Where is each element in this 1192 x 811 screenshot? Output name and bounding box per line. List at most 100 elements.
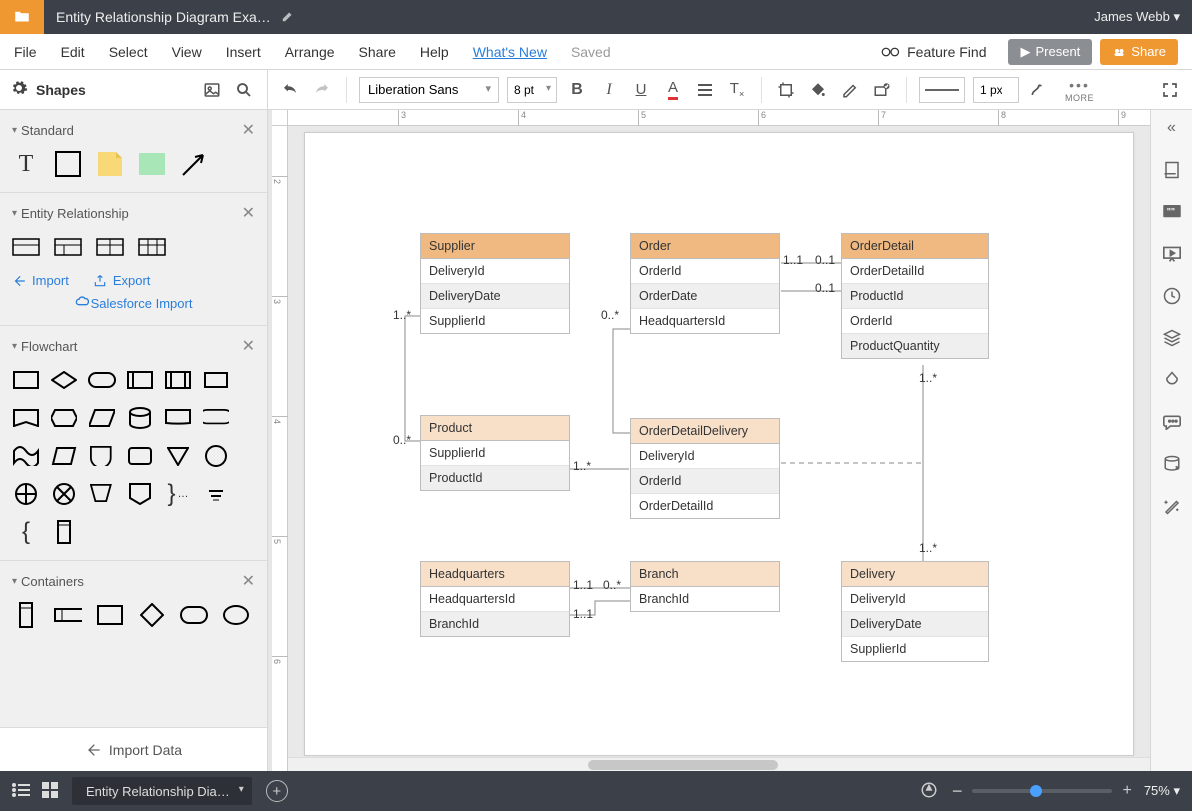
close-icon[interactable]: ✕	[242, 336, 255, 356]
present-button[interactable]: ▶Present	[1008, 39, 1092, 65]
fullscreen-icon[interactable]	[1158, 78, 1182, 102]
fc-shape[interactable]	[50, 442, 78, 470]
zoom-slider[interactable]	[972, 789, 1112, 793]
search-shapes-icon[interactable]	[231, 77, 257, 103]
menu-file[interactable]: File	[14, 44, 37, 60]
er-grid-shape[interactable]	[96, 233, 124, 261]
menu-arrange[interactable]: Arrange	[285, 44, 335, 60]
er-import-link[interactable]: Import	[12, 273, 69, 288]
sync-status-icon[interactable]	[920, 781, 938, 802]
import-data-button[interactable]: Import Data	[0, 727, 267, 771]
entity-delivery[interactable]: Delivery DeliveryId DeliveryDate Supplie…	[841, 561, 989, 662]
folder-icon[interactable]	[0, 0, 44, 34]
arrow-shape[interactable]	[180, 150, 208, 178]
add-page-button[interactable]: +	[266, 780, 288, 802]
fc-shape[interactable]	[50, 404, 78, 432]
fc-shape[interactable]	[164, 404, 192, 432]
text-format-icon[interactable]: T×	[725, 78, 749, 102]
theme-icon[interactable]	[1162, 370, 1182, 390]
line-color-icon[interactable]	[838, 78, 862, 102]
fc-shape[interactable]	[202, 366, 230, 394]
collapse-right-icon[interactable]: «	[1162, 118, 1182, 138]
fc-shape[interactable]	[126, 366, 154, 394]
er-table-shape[interactable]	[54, 233, 82, 261]
shape-crop-icon[interactable]	[774, 78, 798, 102]
fc-shape[interactable]	[202, 442, 230, 470]
close-icon[interactable]: ✕	[242, 120, 255, 140]
entity-headquarters[interactable]: Headquarters HeadquartersId BranchId	[420, 561, 570, 637]
horizontal-scrollbar[interactable]	[288, 757, 1150, 771]
ct-shape[interactable]	[180, 601, 208, 629]
entity-branch[interactable]: Branch BranchId	[630, 561, 780, 612]
fc-shape[interactable]	[126, 404, 154, 432]
line-style-select[interactable]	[919, 77, 965, 103]
zoom-out-button[interactable]: −	[952, 781, 963, 802]
canvas[interactable]: 3 4 5 6 7 8 9 2 3 4 5 6	[272, 110, 1150, 771]
er-entity-shape[interactable]	[12, 233, 40, 261]
bold-icon[interactable]: B	[565, 78, 589, 102]
data-icon[interactable]	[1162, 454, 1182, 474]
outline-view-icon[interactable]	[12, 783, 30, 800]
undo-icon[interactable]	[278, 78, 302, 102]
fc-shape[interactable]	[12, 404, 40, 432]
fc-shape[interactable]	[202, 480, 230, 508]
line-width-input[interactable]	[973, 77, 1019, 103]
fc-shape[interactable]	[50, 518, 78, 546]
entity-product[interactable]: Product SupplierId ProductId	[420, 415, 570, 491]
zoom-in-button[interactable]: +	[1122, 782, 1131, 800]
fc-shape[interactable]	[88, 442, 116, 470]
ct-shape[interactable]	[138, 601, 166, 629]
fc-shape[interactable]: }…	[164, 480, 192, 508]
feature-find[interactable]: Feature Find	[881, 44, 986, 60]
er-salesforce-link[interactable]: Salesforce Import	[75, 296, 193, 311]
menu-insert[interactable]: Insert	[226, 44, 261, 60]
menu-edit[interactable]: Edit	[61, 44, 85, 60]
fc-shape[interactable]	[164, 366, 192, 394]
italic-icon[interactable]: I	[597, 78, 621, 102]
comments-icon[interactable]: ""	[1162, 202, 1182, 222]
fill-icon[interactable]	[806, 78, 830, 102]
note-shape[interactable]	[96, 150, 124, 178]
rename-icon[interactable]	[281, 9, 295, 26]
er-grid2-shape[interactable]	[138, 233, 166, 261]
fc-shape[interactable]	[12, 480, 40, 508]
page-tab[interactable]: Entity Relationship Dia…	[72, 777, 252, 805]
close-icon[interactable]: ✕	[242, 571, 255, 591]
ct-shape[interactable]	[12, 601, 40, 629]
present-panel-icon[interactable]	[1162, 244, 1182, 264]
fc-shape[interactable]	[88, 404, 116, 432]
fc-shape[interactable]	[88, 366, 116, 394]
underline-icon[interactable]: U	[629, 78, 653, 102]
text-color-icon[interactable]: A	[661, 78, 685, 102]
ct-shape[interactable]	[96, 601, 124, 629]
menu-share[interactable]: Share	[359, 44, 396, 60]
entity-order-detail[interactable]: OrderDetail OrderDetailId ProductId Orde…	[841, 233, 989, 359]
block-shape[interactable]	[138, 150, 166, 178]
font-select[interactable]: Liberation Sans	[359, 77, 499, 103]
diagram-page[interactable]: Supplier DeliveryId DeliveryDate Supplie…	[304, 132, 1134, 756]
layers-icon[interactable]	[1162, 328, 1182, 348]
menu-help[interactable]: Help	[420, 44, 449, 60]
fc-shape[interactable]	[126, 442, 154, 470]
align-icon[interactable]	[693, 78, 717, 102]
user-menu[interactable]: James Webb ▾	[1094, 9, 1180, 25]
fc-shape[interactable]	[164, 442, 192, 470]
fc-shape[interactable]	[50, 366, 78, 394]
fc-shape[interactable]	[12, 442, 40, 470]
zoom-level[interactable]: 75% ▾	[1144, 783, 1180, 799]
insert-image-icon[interactable]	[199, 77, 225, 103]
chat-icon[interactable]	[1162, 412, 1182, 432]
line-arrow-icon[interactable]	[1027, 78, 1051, 102]
close-icon[interactable]: ✕	[242, 203, 255, 223]
magic-icon[interactable]	[1162, 496, 1182, 516]
entity-order[interactable]: Order OrderId OrderDate HeadquartersId	[630, 233, 780, 334]
font-size-input[interactable]	[507, 77, 557, 103]
more-tools[interactable]: ••• MORE	[1065, 77, 1094, 103]
fc-shape[interactable]: {	[12, 518, 40, 546]
rectangle-shape[interactable]	[54, 150, 82, 178]
text-shape[interactable]: T	[12, 150, 40, 178]
menu-whatsnew[interactable]: What's New	[473, 44, 547, 60]
fc-shape[interactable]	[126, 480, 154, 508]
document-title[interactable]: Entity Relationship Diagram Exa…	[56, 9, 271, 25]
ct-shape[interactable]	[54, 601, 82, 629]
